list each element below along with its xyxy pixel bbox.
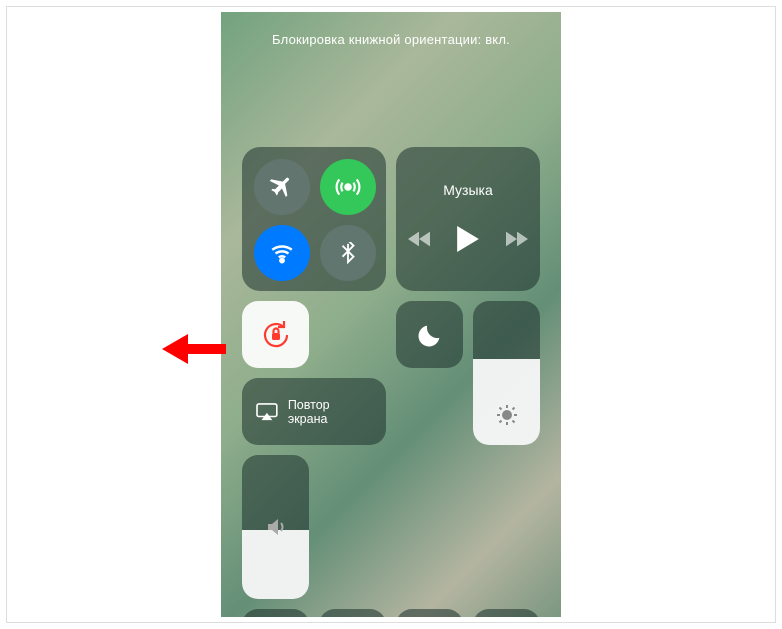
rotation-lock-toggle[interactable] (242, 301, 309, 368)
volume-slider[interactable] (242, 455, 309, 599)
airplane-toggle[interactable] (254, 159, 310, 215)
screen-record-button[interactable] (242, 609, 309, 617)
moon-icon (416, 321, 444, 349)
brightness-slider[interactable] (473, 301, 540, 445)
dnd-toggle[interactable] (396, 301, 463, 368)
media-buttons (408, 226, 528, 257)
rewind-icon (408, 231, 430, 247)
control-center: Музыка (242, 147, 540, 617)
rotation-lock-icon (258, 317, 294, 353)
phone-screen: Блокировка книжной ориентации: вкл. (221, 12, 561, 617)
flashlight-button[interactable] (319, 609, 386, 617)
connectivity-group (242, 147, 386, 291)
sun-icon (495, 403, 519, 427)
wifi-icon (269, 240, 295, 266)
bluetooth-icon (337, 242, 359, 264)
media-title: Музыка (443, 182, 493, 198)
play-button[interactable] (456, 226, 480, 257)
highlight-arrow (162, 334, 226, 369)
speaker-icon (264, 515, 288, 539)
next-button[interactable] (506, 231, 528, 252)
status-message: Блокировка книжной ориентации: вкл. (221, 32, 561, 47)
prev-button[interactable] (408, 231, 430, 252)
play-icon (456, 226, 480, 252)
camera-button[interactable] (396, 609, 463, 617)
forward-icon (506, 231, 528, 247)
screen-mirror-label: Повтор экрана (288, 398, 372, 426)
airplay-icon (256, 403, 278, 421)
alarm-button[interactable] (473, 609, 540, 617)
wifi-toggle[interactable] (254, 225, 310, 281)
media-control[interactable]: Музыка (396, 147, 540, 291)
bluetooth-toggle[interactable] (320, 225, 376, 281)
airplane-icon (269, 174, 295, 200)
cellular-toggle[interactable] (320, 159, 376, 215)
screen-mirror-button[interactable]: Повтор экрана (242, 378, 386, 445)
cellular-icon (335, 174, 361, 200)
